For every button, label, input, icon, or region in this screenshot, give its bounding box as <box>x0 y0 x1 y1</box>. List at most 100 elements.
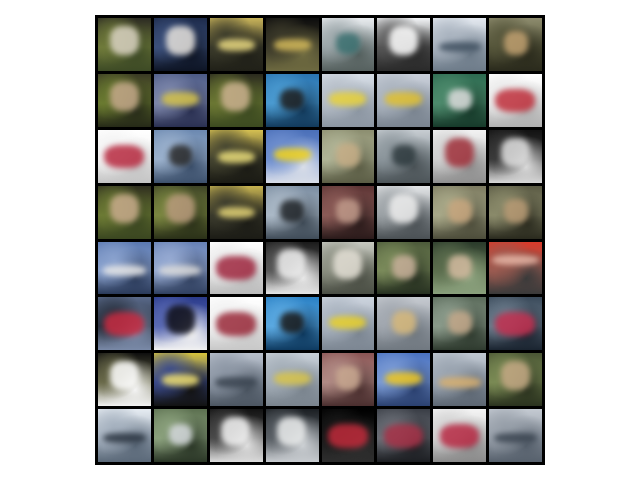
sample-image-tile <box>209 129 263 183</box>
sample-image-tile <box>489 129 542 183</box>
sample-subject-blob <box>277 249 307 279</box>
sample-subject-blob <box>333 249 363 279</box>
sample-subject-blob <box>109 193 139 223</box>
sample-subject-blob <box>392 254 416 279</box>
sample-image-tile <box>489 409 542 462</box>
sample-image-tile <box>265 129 319 183</box>
sample-image-tile <box>489 353 542 407</box>
sample-image-tile <box>153 185 207 239</box>
sample-subject-blob <box>104 312 144 336</box>
sample-subject-blob <box>336 366 361 391</box>
sample-subject-blob <box>273 39 311 51</box>
sample-image-tile <box>377 297 431 351</box>
sample-image-tile <box>433 409 487 462</box>
sample-subject-blob <box>103 265 146 276</box>
sample-image-tile <box>209 18 263 71</box>
sample-subject-blob <box>503 31 528 55</box>
sample-image-tile <box>153 18 207 71</box>
sample-subject-blob <box>273 371 311 385</box>
sample-subject-blob <box>165 25 195 55</box>
sample-subject-blob <box>215 377 258 388</box>
sample-subject-blob <box>383 423 424 448</box>
sample-image-tile <box>377 353 431 407</box>
sample-image-tile <box>377 241 431 295</box>
sample-image-tile <box>153 73 207 127</box>
sample-subject-blob <box>448 88 472 110</box>
sample-image-tile <box>489 241 542 295</box>
sample-image-tile <box>265 409 319 462</box>
sample-subject-blob <box>280 88 305 110</box>
sample-subject-blob <box>329 92 367 106</box>
sample-image-tile <box>153 409 207 462</box>
sample-image-tile <box>265 73 319 127</box>
sample-subject-blob <box>217 39 255 51</box>
sample-image-tile <box>377 409 431 462</box>
sample-image-tile <box>433 18 487 71</box>
sample-image-tile <box>489 18 542 71</box>
image-grid <box>98 18 542 462</box>
sample-image-tile <box>98 353 151 407</box>
sample-image-tile <box>489 297 542 351</box>
sample-subject-blob <box>494 432 537 444</box>
sample-image-tile <box>98 241 151 295</box>
sample-image-tile <box>433 129 487 183</box>
sample-subject-blob <box>168 423 193 446</box>
sample-subject-blob <box>109 81 139 111</box>
sample-subject-blob <box>385 92 423 106</box>
sample-image-tile <box>321 353 375 407</box>
sample-subject-blob <box>109 361 139 391</box>
sample-subject-blob <box>439 423 480 448</box>
sample-image-tile <box>321 241 375 295</box>
sample-subject-blob <box>221 81 251 111</box>
sample-image-tile <box>321 185 375 239</box>
sample-image-tile <box>265 241 319 295</box>
sample-subject-blob <box>273 148 311 162</box>
sample-subject-blob <box>327 423 368 448</box>
sample-image-tile <box>153 297 207 351</box>
sample-image-tile <box>489 185 542 239</box>
sample-subject-blob <box>491 254 540 266</box>
sample-subject-blob <box>161 92 199 106</box>
sample-subject-blob <box>280 312 305 334</box>
sample-image-tile <box>98 185 151 239</box>
sample-image-tile <box>321 409 375 462</box>
sample-image-tile <box>321 129 375 183</box>
sample-subject-blob <box>503 198 528 223</box>
sample-image-tile <box>98 18 151 71</box>
sample-subject-blob <box>438 377 481 388</box>
sample-subject-blob <box>336 198 361 223</box>
sample-image-tile <box>433 73 487 127</box>
sample-image-tile <box>377 73 431 127</box>
sample-subject-blob <box>438 41 481 53</box>
sample-subject-blob <box>103 432 146 444</box>
sample-image-tile <box>98 73 151 127</box>
sample-image-tile <box>489 73 542 127</box>
sample-subject-blob <box>280 200 305 222</box>
sample-image-tile <box>209 297 263 351</box>
sample-image-tile <box>377 18 431 71</box>
image-grid-frame <box>95 15 545 465</box>
sample-subject-blob <box>385 371 423 385</box>
generated-samples-figure <box>0 0 640 480</box>
sample-subject-blob <box>329 315 367 330</box>
sample-image-tile <box>377 185 431 239</box>
sample-image-tile <box>153 129 207 183</box>
sample-image-tile <box>153 353 207 407</box>
sample-image-tile <box>98 409 151 462</box>
sample-image-tile <box>321 297 375 351</box>
sample-subject-blob <box>448 310 472 335</box>
sample-image-tile <box>98 297 151 351</box>
sample-image-tile <box>265 353 319 407</box>
sample-image-tile <box>265 18 319 71</box>
sample-subject-blob <box>448 198 472 223</box>
sample-image-tile <box>98 129 151 183</box>
sample-subject-blob <box>500 361 530 391</box>
sample-subject-blob <box>448 254 472 279</box>
sample-subject-blob <box>104 144 144 169</box>
sample-subject-blob <box>277 417 307 447</box>
sample-subject-blob <box>217 206 255 219</box>
sample-image-tile <box>209 73 263 127</box>
sample-subject-blob <box>168 144 193 166</box>
sample-subject-blob <box>392 144 416 166</box>
sample-image-tile <box>321 73 375 127</box>
